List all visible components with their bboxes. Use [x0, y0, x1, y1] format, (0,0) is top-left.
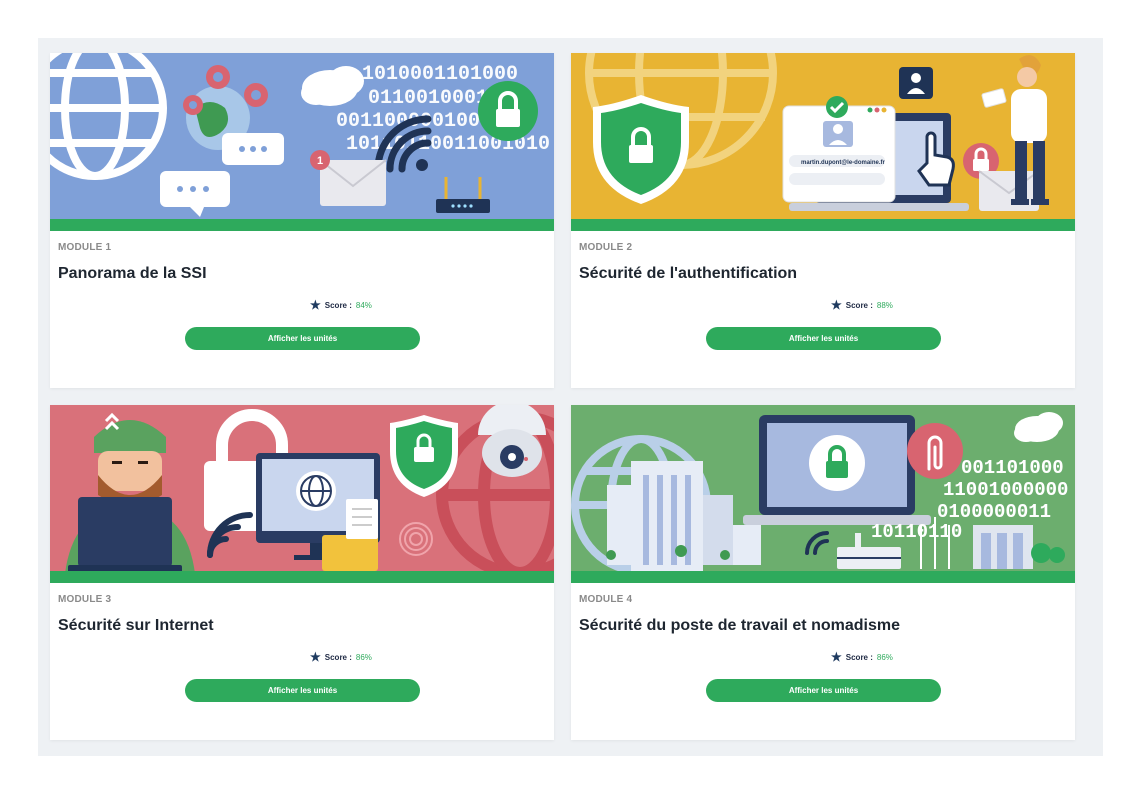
modules-panel: 1010001101000 01100100011 001100000100 1…: [38, 38, 1103, 756]
module-card-1[interactable]: 1010001101000 01100100011 001100000100 1…: [50, 53, 554, 388]
show-units-button[interactable]: Afficher les unités: [706, 679, 941, 702]
svg-text:1: 1: [317, 155, 323, 167]
module-number: MODULE 4: [579, 594, 633, 605]
module-banner-4: 001101000 11001000000 0100000011 1011011…: [571, 405, 1075, 583]
laptop-icon: [78, 497, 172, 567]
score-label: Score :: [324, 300, 352, 310]
svg-text:11001000000: 11001000000: [943, 479, 1068, 501]
svg-text:0100000011: 0100000011: [937, 501, 1051, 523]
svg-text:001101000: 001101000: [961, 457, 1064, 479]
building-icon: [631, 461, 703, 571]
module-banner-3: [50, 405, 554, 583]
module-accent-strip: [50, 219, 554, 231]
module-accent-strip: [571, 219, 1075, 231]
star-icon: ★: [831, 650, 842, 664]
login-window: [782, 105, 896, 203]
star-icon: ★: [831, 298, 842, 312]
module-score: ★ Score : 86%: [831, 651, 893, 663]
star-icon: ★: [310, 650, 321, 664]
score-label: Score :: [845, 652, 873, 662]
module-title: Sécurité sur Internet: [58, 617, 214, 634]
module-card-3[interactable]: MODULE 3 Sécurité sur Internet ★ Score :…: [50, 405, 554, 740]
module-title: Sécurité de l'authentification: [579, 265, 798, 282]
module-score: ★ Score : 86%: [310, 651, 372, 663]
module-number: MODULE 3: [58, 594, 112, 605]
module-accent-strip: [50, 571, 554, 583]
score-value: 86%: [355, 652, 372, 662]
svg-text:1010001101000: 1010001101000: [362, 63, 518, 86]
score-label: Score :: [324, 652, 352, 662]
module-number: MODULE 2: [579, 242, 633, 253]
module-score: ★ Score : 84%: [310, 299, 372, 311]
module-banner-2: martin.dupont@le-domaine.fr: [571, 53, 1075, 231]
score-label: Score :: [845, 300, 873, 310]
star-icon: ★: [310, 298, 321, 312]
show-units-button[interactable]: Afficher les unités: [185, 327, 420, 350]
score-value: 86%: [876, 652, 893, 662]
score-value: 88%: [876, 300, 893, 310]
module-score: ★ Score : 88%: [831, 299, 893, 311]
document-icon: [346, 499, 378, 539]
module-card-4[interactable]: 001101000 11001000000 0100000011 1011011…: [571, 405, 1075, 740]
show-units-button[interactable]: Afficher les unités: [706, 327, 941, 350]
router-icon: [436, 199, 490, 213]
score-value: 84%: [355, 300, 372, 310]
module-card-2[interactable]: martin.dupont@le-domaine.fr MODULE 2 Séc…: [571, 53, 1075, 388]
module-banner-1: 1010001101000 01100100011 001100000100 1…: [50, 53, 554, 231]
svg-text:martin.dupont@le-domaine.fr: martin.dupont@le-domaine.fr: [801, 160, 886, 166]
module-title: Sécurité du poste de travail et nomadism…: [579, 617, 900, 634]
module-number: MODULE 1: [58, 242, 112, 253]
show-units-button[interactable]: Afficher les unités: [185, 679, 420, 702]
folder-icon: [322, 535, 378, 571]
module-accent-strip: [571, 571, 1075, 583]
module-title: Panorama de la SSI: [58, 265, 207, 282]
lock-icon: [629, 145, 653, 163]
